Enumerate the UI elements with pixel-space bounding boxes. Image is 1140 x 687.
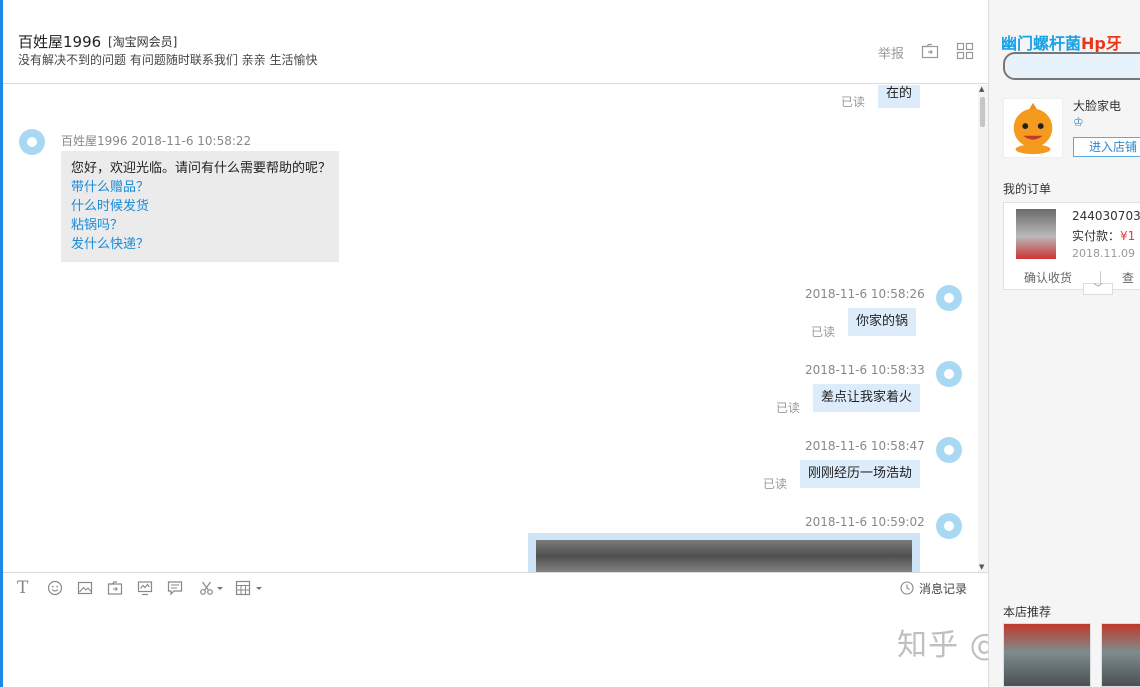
scroll-up-icon[interactable]: ▲ <box>979 85 984 93</box>
recommend-title: 本店推荐 <box>1003 605 1052 619</box>
banner-title-a: 幽门螺杆菌 <box>1001 34 1082 53</box>
read-receipt: 已读 <box>763 477 788 491</box>
chat-header: 百姓屋1996 [淘宝网会员] 没有解决不到的问题 有问题随时联系我们 亲亲 生… <box>3 0 988 84</box>
message-bubble: 刚刚经历一场浩劫 <box>800 460 921 488</box>
contact-signature: 没有解决不到的问题 有问题随时联系我们 亲亲 生活愉快 <box>18 53 318 67</box>
message-bubble: 差点让我家着火 <box>813 384 921 412</box>
clock-icon <box>900 581 914 595</box>
order-card[interactable]: 2440307031 实付款：¥1 2018.11.09 确认收货 查 <box>1003 202 1140 290</box>
folder-share-icon[interactable] <box>921 42 939 60</box>
banner-title-b: Hp牙 <box>1081 34 1122 53</box>
quick-reply-icon[interactable] <box>167 580 183 596</box>
file-send-icon[interactable] <box>107 580 123 596</box>
report-button[interactable]: 举报 <box>878 43 904 62</box>
order-number: 2440307031 <box>1072 209 1140 223</box>
message-meta: 百姓屋1996 2018-11-6 10:58:22 <box>61 134 252 148</box>
quick-question-link[interactable]: 带什么赠品？ <box>71 178 329 197</box>
message-list[interactable]: 已读 在的 百姓屋1996 2018-11-6 10:58:22 您好，欢迎光临… <box>3 85 978 572</box>
scroll-thumb[interactable] <box>980 97 985 127</box>
recommended-product[interactable] <box>1101 623 1140 687</box>
order-pay-label: 实付款： <box>1072 229 1121 243</box>
chat-scrollbar[interactable]: ▲ ▼ <box>978 85 988 572</box>
shop-logo[interactable] <box>1003 98 1063 158</box>
expand-orders-icon[interactable]: ﹀ <box>1083 283 1113 295</box>
read-receipt: 已读 <box>811 325 836 339</box>
seller-avatar[interactable] <box>19 129 45 155</box>
font-icon[interactable]: T <box>17 578 33 598</box>
calculator-icon[interactable] <box>235 580 251 596</box>
order-product-image[interactable] <box>1016 209 1056 259</box>
user-avatar[interactable] <box>936 437 962 463</box>
input-toolbar: T 消息记录 <box>3 572 988 602</box>
crown-badge-icon: ♔ <box>1073 115 1084 129</box>
contact-name[interactable]: 百姓屋1996 <box>18 31 101 52</box>
photo-thumbnail[interactable] <box>536 540 912 572</box>
screen-capture-icon[interactable] <box>137 580 153 596</box>
image-icon[interactable] <box>77 580 93 596</box>
message-bubble: 在的 <box>878 85 921 108</box>
user-avatar[interactable] <box>936 513 962 539</box>
quick-question-link[interactable]: 什么时候发货 <box>71 197 329 216</box>
scroll-down-icon[interactable]: ▼ <box>979 563 984 571</box>
order-date: 2018.11.09 <box>1072 247 1135 260</box>
shop-card: 大脸家电 ♔ 进入店铺 <box>1001 95 1140 159</box>
orders-title: 我的订单 <box>1003 182 1052 196</box>
message-history-button[interactable]: 消息记录 <box>919 580 967 597</box>
image-message[interactable] <box>528 533 920 572</box>
recommended-product[interactable] <box>1003 623 1091 687</box>
grid-apps-icon[interactable] <box>956 42 974 60</box>
banner-product-image <box>1003 52 1140 80</box>
message-time: 2018-11-6 10:59:02 <box>805 515 925 529</box>
message-bubble: 你家的锅 <box>848 308 917 336</box>
chat-window: 百姓屋1996 [淘宝网会员] 没有解决不到的问题 有问题随时联系我们 亲亲 生… <box>0 0 1140 687</box>
message-time: 2018-11-6 10:58:26 <box>805 287 925 301</box>
order-price: ¥1 <box>1120 229 1136 243</box>
quick-question-link[interactable]: 粘锅吗？ <box>71 216 329 235</box>
chevron-down-icon[interactable] <box>216 580 224 596</box>
user-avatar[interactable] <box>936 285 962 311</box>
message-input[interactable] <box>3 602 988 687</box>
read-receipt: 已读 <box>776 401 801 415</box>
enter-shop-button[interactable]: 进入店铺 <box>1073 137 1140 157</box>
order-payment: 实付款：¥1 <box>1072 227 1135 244</box>
ad-banner[interactable]: 幽门螺杆菌Hp牙 <box>1001 28 1140 84</box>
banner-title: 幽门螺杆菌Hp牙 <box>1001 30 1122 54</box>
quick-question-link[interactable]: 发什么快递？ <box>71 235 329 254</box>
emoji-icon[interactable] <box>47 580 63 596</box>
message-time: 2018-11-6 10:58:47 <box>805 439 925 453</box>
read-receipt: 已读 <box>841 95 866 109</box>
view-order-button[interactable]: 查 <box>1122 269 1134 286</box>
right-sidebar: 幽门螺杆菌Hp牙 大脸家电 ♔ 进入店铺 我的订单 2440307031 实付款… <box>988 0 1140 687</box>
chevron-down-icon[interactable] <box>255 580 263 596</box>
confirm-receipt-button[interactable]: 确认收货 <box>1024 269 1072 286</box>
shop-name[interactable]: 大脸家电 <box>1073 97 1121 114</box>
message-time: 2018-11-6 10:58:33 <box>805 363 925 377</box>
message-bubble: 您好，欢迎光临。请问有什么需要帮助的呢？ 带什么赠品？ 什么时候发货 粘锅吗？ … <box>61 151 339 262</box>
member-tag: [淘宝网会员] <box>108 35 178 49</box>
message-text: 您好，欢迎光临。请问有什么需要帮助的呢？ <box>71 161 332 176</box>
scissors-icon[interactable] <box>199 580 215 596</box>
user-avatar[interactable] <box>936 361 962 387</box>
